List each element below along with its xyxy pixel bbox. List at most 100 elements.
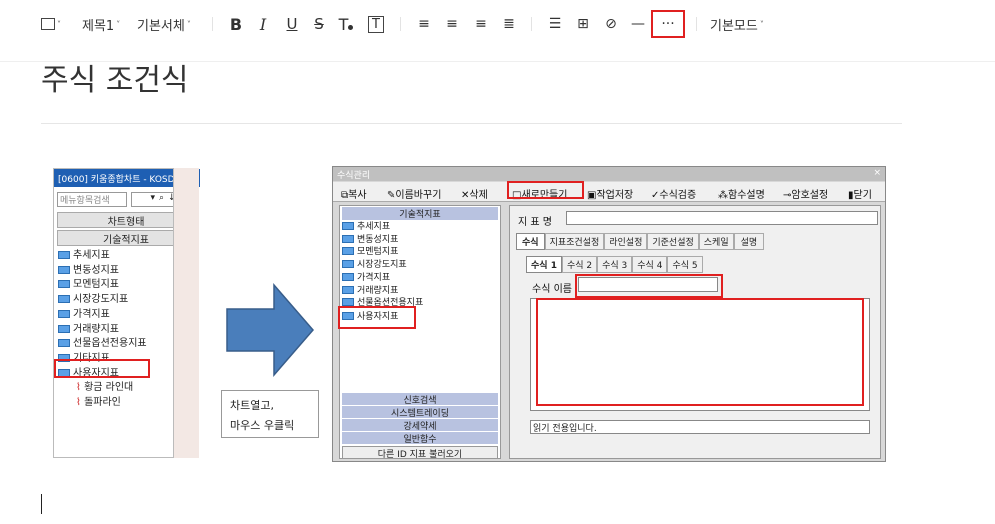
toolbar-separator	[400, 17, 401, 31]
tech-indicator-header[interactable]: 기술적지표	[342, 207, 498, 220]
delete-button[interactable]: ✕삭제	[461, 186, 488, 201]
note-line-2: 마우스 우클릭	[230, 419, 295, 432]
link-icon: ⊘	[605, 16, 617, 32]
password-button[interactable]: ⊸암호설정	[783, 186, 828, 201]
document-title[interactable]: 주식 조건식	[41, 55, 189, 99]
folder-icon	[58, 265, 70, 274]
dialog-tree-item[interactable]: 가격지표	[342, 272, 423, 285]
underline-button[interactable]: U	[281, 12, 303, 36]
chevron-down-icon: ˅	[116, 19, 121, 29]
heading-select[interactable]: 제목1 ˅	[82, 12, 120, 36]
folder-icon	[342, 272, 354, 281]
more-icon: ···	[661, 16, 675, 32]
chart-line-icon: ⌇	[76, 382, 81, 394]
align-right-button[interactable]: ≡	[470, 12, 492, 36]
list-button[interactable]: ☰	[544, 12, 566, 36]
dialog-tree-item[interactable]: 거래량지표	[342, 285, 423, 298]
highlight-formula-name	[575, 274, 723, 298]
function-help-button[interactable]: ⁂함수설명	[718, 186, 765, 201]
tab-description[interactable]: 설명	[733, 233, 765, 250]
toolbar-separator	[696, 17, 697, 31]
close-button[interactable]: ▮닫기	[848, 186, 872, 201]
strength-item[interactable]: 강세약세	[342, 419, 498, 432]
dialog-tree-item[interactable]: 시장강도지표	[342, 259, 423, 272]
subtab-formula-2[interactable]: 수식 2	[561, 256, 598, 273]
title-divider	[41, 123, 902, 124]
dialog-title: 수식관리	[337, 171, 371, 181]
tab-baseline[interactable]: 기준선설정	[647, 233, 699, 250]
subtab-formula-5[interactable]: 수식 5	[667, 256, 703, 273]
arrow-right-icon	[226, 283, 314, 377]
dot-icon	[348, 24, 354, 30]
signal-search-item[interactable]: 신호검색	[342, 393, 498, 406]
function-icon: ⁂	[718, 190, 728, 201]
tab-line[interactable]: 라인설정	[604, 233, 648, 250]
tab-condition[interactable]: 지표조건설정	[544, 233, 605, 250]
verify-button[interactable]: ✓수식검증	[651, 186, 696, 201]
image-insert-button[interactable]: ˅	[41, 12, 61, 36]
align-left-button[interactable]: ≡	[413, 12, 435, 36]
folder-icon	[342, 247, 354, 256]
close-icon[interactable]: ×	[873, 168, 881, 180]
note-line-1: 차트열고,	[230, 399, 274, 412]
subtab-formula-4[interactable]: 수식 4	[632, 256, 668, 273]
highlight-new-button	[507, 181, 584, 199]
tab-formula[interactable]: 수식	[516, 233, 545, 250]
indicator-list-panel: 기술적지표 추세지표 변동성지표 모멘텀지표 시장강도지표 가격지표 거래량지표…	[339, 205, 501, 460]
chevron-down-icon: ▾	[150, 193, 155, 203]
bold-button[interactable]: B	[225, 12, 247, 36]
embedded-screenshot[interactable]: [0600] 키움종합차트 - KOSD 메뉴항목검색 ▾ ⌕ ↓ 차트형태 기술적…	[41, 158, 886, 463]
align-justify-icon: ≣	[503, 16, 515, 32]
list-icon: ☰	[548, 16, 562, 32]
align-center-icon: ≡	[446, 16, 458, 32]
readonly-status: 읽기 전용입니다.	[530, 420, 870, 434]
tab-scale[interactable]: 스케일	[698, 233, 734, 250]
mode-select[interactable]: 기본모드 ˅	[710, 12, 764, 36]
rename-button[interactable]: ✎이름바꾸기	[387, 186, 441, 201]
folder-icon	[58, 324, 70, 333]
subtab-formula-1[interactable]: 수식 1	[526, 256, 562, 273]
indicator-name-label: 지 표 명	[518, 217, 552, 228]
note-box: 차트열고, 마우스 우클릭	[221, 390, 319, 438]
dialog-tree-item[interactable]: 변동성지표	[342, 234, 423, 247]
image-icon	[41, 18, 55, 30]
folder-icon	[342, 222, 354, 230]
text-box-button[interactable]: T	[365, 12, 387, 36]
folder-icon	[58, 339, 70, 348]
chart-line-icon: ⌇	[76, 397, 81, 409]
link-button[interactable]: ⊘	[600, 12, 622, 36]
text-cursor	[41, 494, 42, 514]
indicator-name-input[interactable]	[566, 211, 878, 225]
chart-area-strip	[173, 168, 199, 458]
save-button[interactable]: ▣작업저장	[587, 186, 633, 201]
align-justify-button[interactable]: ≣	[498, 12, 520, 36]
strikethrough-button[interactable]: S	[308, 12, 330, 36]
toolbar-separator	[531, 17, 532, 31]
chevron-down-icon: ˅	[759, 19, 764, 29]
copy-button[interactable]: ⧉복사	[341, 186, 367, 201]
more-button[interactable]: ···	[651, 10, 685, 38]
menu-search-input[interactable]: 메뉴항목검색	[57, 192, 127, 207]
align-center-button[interactable]: ≡	[441, 12, 463, 36]
system-trading-item[interactable]: 시스템트레이딩	[342, 406, 498, 419]
table-button[interactable]: ⊞	[572, 12, 594, 36]
italic-button[interactable]: I	[252, 12, 274, 36]
folder-icon	[342, 234, 354, 243]
table-icon: ⊞	[577, 16, 589, 32]
align-right-icon: ≡	[475, 16, 487, 32]
dialog-tree-item[interactable]: 추세지표	[342, 221, 423, 234]
font-select[interactable]: 기본서체 ˅	[137, 12, 191, 36]
load-other-id-button[interactable]: 다른 ID 지표 불러오기	[342, 446, 498, 460]
folder-icon	[58, 295, 70, 304]
formula-subtabs: 수식 1 수식 2 수식 3 수식 4 수식 5	[526, 256, 703, 273]
subtab-formula-3[interactable]: 수식 3	[597, 256, 633, 273]
dialog-titlebar: 수식관리 ×	[333, 167, 885, 181]
horizontal-rule-button[interactable]: —	[627, 12, 649, 36]
highlight-user-indicator	[54, 359, 150, 378]
highlight-user-indicator-dialog	[338, 306, 416, 329]
dialog-tree-item[interactable]: 모멘텀지표	[342, 246, 423, 259]
general-function-item[interactable]: 일반함수	[342, 432, 498, 445]
toolbar-separator	[212, 17, 213, 31]
clear-format-button[interactable]: T	[335, 12, 357, 36]
dialog-bottom-list: 신호검색 시스템트레이딩 강세약세 일반함수	[342, 393, 498, 445]
